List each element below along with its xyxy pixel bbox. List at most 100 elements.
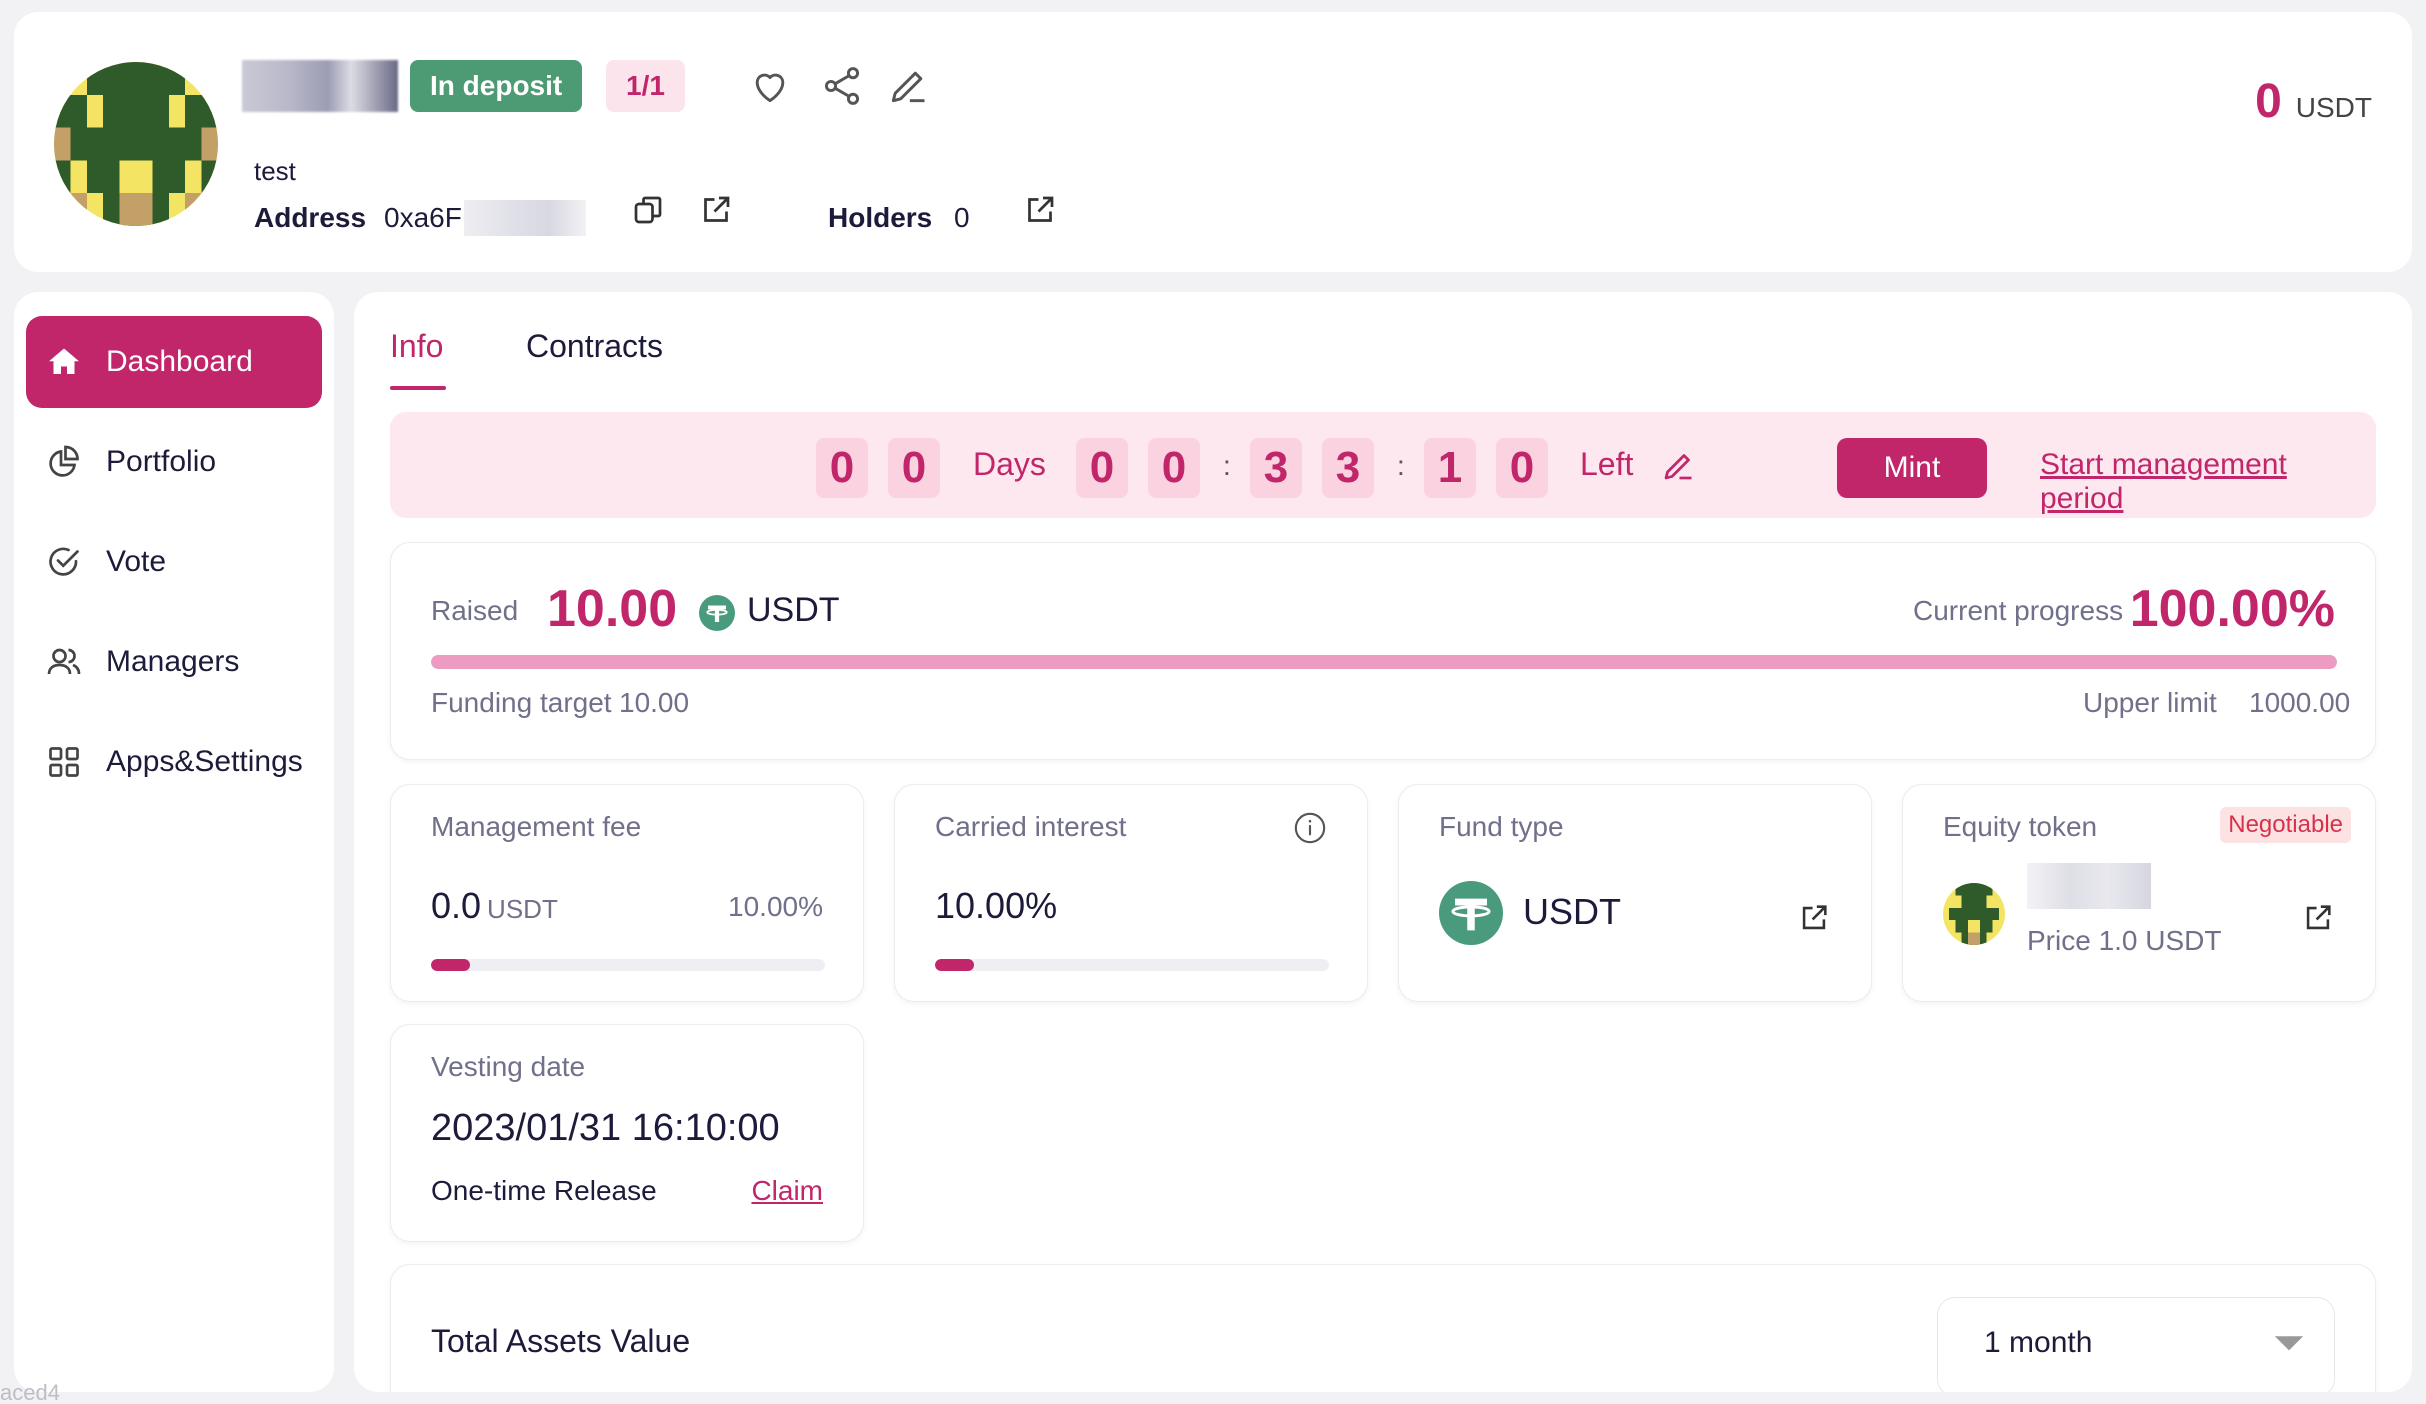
sidebar-item-label: Vote: [106, 545, 167, 578]
equity-token-title: Equity token: [1943, 811, 2098, 842]
sidebar-item-managers[interactable]: Managers: [26, 616, 322, 708]
countdown-bar: 0 0 Days 0 0 : 3 3 : 1 0 Left Mint Start…: [390, 412, 2376, 518]
balance: 0 USDT: [2255, 74, 2372, 129]
period-select[interactable]: 1 month: [1937, 1297, 2335, 1392]
carried-interest-bar-fill: [935, 959, 975, 971]
management-fee-bar-fill: [431, 959, 471, 971]
token-avatar: [1943, 883, 2005, 945]
address-redacted: [464, 200, 586, 236]
upper-limit-value: 1000.00: [2249, 687, 2351, 718]
address-value: 0xa6F: [384, 202, 462, 233]
countdown-hours-digit: 0: [1148, 438, 1200, 498]
funding-target-value: 10.00: [619, 687, 690, 718]
holders-label: Holders: [828, 202, 933, 233]
claim-link[interactable]: Claim: [751, 1175, 823, 1207]
fund-type-card: Fund type USDT: [1398, 784, 1872, 1002]
management-fee-amount: 0.0 USDT: [431, 885, 558, 927]
mint-button[interactable]: Mint: [1837, 438, 1987, 498]
tab-info[interactable]: Info: [390, 328, 443, 365]
upper-limit-label: Upper limit: [2083, 687, 2217, 718]
chevron-down-icon: [2272, 1332, 2306, 1356]
sidebar-item-apps-settings[interactable]: Apps&Settings: [26, 716, 322, 808]
copy-icon[interactable]: [630, 192, 666, 228]
countdown-seconds-digit: 0: [1496, 438, 1548, 498]
funding-target-label: Funding target: [431, 687, 612, 718]
sidebar-item-label: Apps&Settings: [106, 745, 303, 778]
tab-active-indicator: [390, 386, 446, 390]
usdt-icon: [699, 595, 735, 631]
vesting-title: Vesting date: [431, 1051, 586, 1082]
countdown-minutes-digit: 3: [1250, 438, 1302, 498]
fund-avatar: [54, 62, 218, 226]
management-fee-card: Management fee 0.0 USDT 10.00%: [390, 784, 864, 1002]
edit-countdown-icon[interactable]: [1660, 448, 1696, 484]
countdown-left-label: Left: [1580, 446, 1634, 482]
home-icon: [46, 344, 82, 380]
sidebar-item-label: Managers: [106, 645, 240, 678]
sidebar-item-portfolio[interactable]: Portfolio: [26, 416, 322, 508]
fund-type-value: USDT: [1523, 891, 1621, 932]
heart-icon[interactable]: [748, 64, 792, 108]
fund-subtitle: test: [254, 156, 296, 186]
info-icon[interactable]: [1293, 811, 1327, 845]
external-link-icon[interactable]: [698, 192, 734, 228]
raised-value: 10.00: [547, 580, 678, 638]
raised-card: Raised 10.00 USDT Current progress 100.0…: [390, 542, 2376, 760]
management-fee-percent: 10.00%: [728, 891, 823, 922]
start-management-period-link[interactable]: Start management period: [2040, 448, 2376, 516]
vesting-release: One-time Release: [431, 1175, 657, 1206]
carried-interest-card: Carried interest 10.00%: [894, 784, 1368, 1002]
carried-interest-title: Carried interest: [935, 811, 1127, 842]
total-assets-card: Total Assets Value 1 month: [390, 1264, 2376, 1392]
holders-value: 0: [954, 202, 970, 233]
total-assets-title: Total Assets Value: [431, 1323, 691, 1359]
address-label: Address: [254, 202, 367, 233]
raised-label: Raised: [431, 595, 519, 626]
pie-chart-icon: [46, 444, 82, 480]
countdown-colon: :: [1223, 450, 1231, 481]
equity-token-card: Equity token Negotiable Price 1.0 USDT: [1902, 784, 2376, 1002]
raised-unit: USDT: [747, 591, 840, 629]
period-select-value: 1 month: [1984, 1326, 2093, 1359]
countdown-hours-digit: 0: [1076, 438, 1128, 498]
progress-label: Current progress: [1913, 595, 2124, 626]
check-circle-icon: [46, 544, 82, 580]
count-badge: 1/1: [606, 60, 685, 112]
fund-type-title: Fund type: [1439, 811, 1564, 842]
countdown-seconds-digit: 1: [1424, 438, 1476, 498]
share-icon[interactable]: [820, 64, 864, 108]
token-name-redacted: [2027, 863, 2151, 909]
balance-unit: USDT: [2295, 92, 2372, 123]
progress-bar: [431, 655, 2337, 669]
status-badge: In deposit: [410, 60, 583, 112]
apps-grid-icon: [46, 744, 82, 780]
sidebar: Dashboard Portfolio Vote Managers Apps&S…: [14, 292, 334, 1392]
sidebar-item-dashboard[interactable]: Dashboard: [26, 316, 322, 408]
holders-external-link-icon[interactable]: [1022, 192, 1058, 228]
countdown-days-digit: 0: [888, 438, 940, 498]
sidebar-item-label: Portfolio: [106, 445, 217, 478]
equity-token-external-link-icon[interactable]: [2301, 901, 2335, 935]
progress-bar-fill: [431, 655, 2337, 669]
vesting-date: 2023/01/31 16:10:00: [431, 1107, 780, 1149]
vesting-card: Vesting date 2023/01/31 16:10:00 One-tim…: [390, 1024, 864, 1242]
progress-value: 100.00%: [2129, 580, 2335, 638]
countdown-minutes-digit: 3: [1322, 438, 1374, 498]
usdt-coin-icon: [1439, 881, 1503, 945]
carried-interest-value: 10.00%: [935, 885, 1058, 926]
carried-interest-bar: [935, 959, 1329, 971]
edit-icon[interactable]: [886, 64, 930, 108]
main-panel: Info Contracts 0 0 Days 0 0 : 3 3 : 1 0 …: [354, 292, 2412, 1392]
management-fee-value: 0.0: [431, 885, 482, 926]
fund-type-external-link-icon[interactable]: [1797, 901, 1831, 935]
sidebar-item-vote[interactable]: Vote: [26, 516, 322, 608]
fund-header: In deposit 1/1 test Address 0xa6F Holder…: [14, 12, 2412, 272]
corner-watermark: aced4: [0, 1380, 60, 1404]
users-icon: [46, 644, 82, 680]
balance-value: 0: [2255, 75, 2282, 128]
management-fee-title: Management fee: [431, 811, 642, 842]
sidebar-item-label: Dashboard: [106, 345, 253, 378]
negotiable-badge: Negotiable: [2220, 807, 2351, 843]
countdown-colon: :: [1397, 450, 1405, 481]
tab-contracts[interactable]: Contracts: [526, 328, 663, 365]
